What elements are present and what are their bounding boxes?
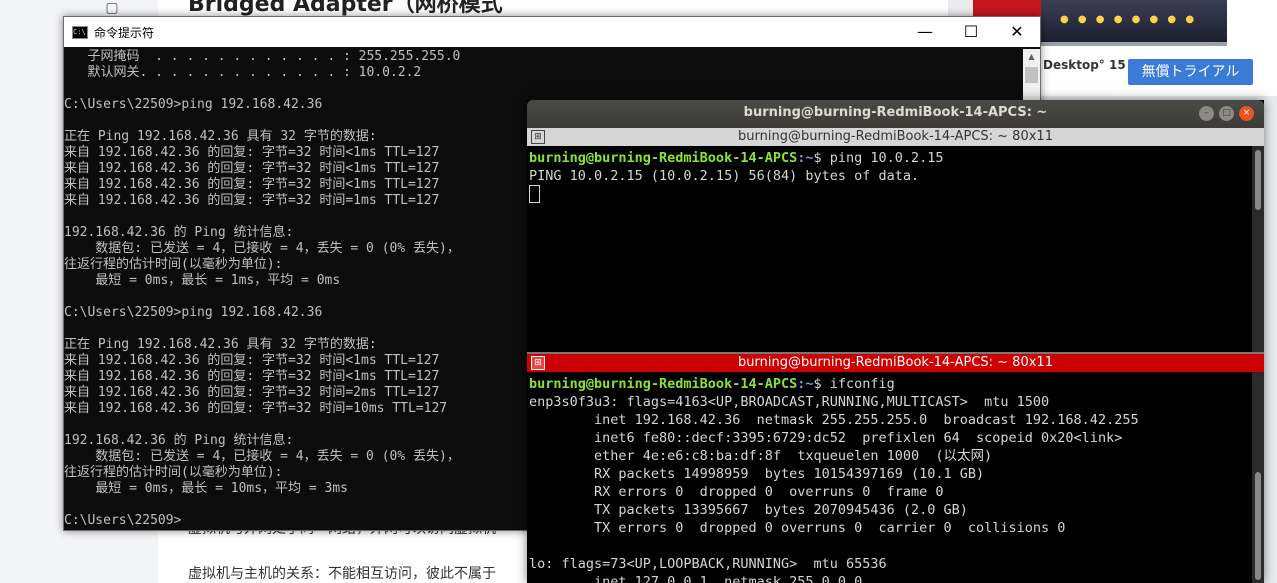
scroll-thumb[interactable]: [1255, 150, 1261, 210]
cmd-app-icon[interactable]: C:\: [72, 26, 88, 39]
minimize-button[interactable]: —: [902, 17, 948, 47]
terminal-title: burning@burning-RedmiBook-14-APCS: ~: [743, 105, 1048, 120]
command-output: enp3s0f3u3: flags=4163<UP,BROADCAST,RUNN…: [529, 394, 1139, 583]
ad-dock-icons: ● ● ● ● ● ● ● ●: [1060, 14, 1198, 25]
terminal-window: burning@burning-RedmiBook-14-APCS: ~ – □…: [527, 100, 1264, 583]
maximize-button[interactable]: ☐: [948, 17, 994, 47]
cmd-titlebar[interactable]: C:\ 命令提示符 — ☐ ✕: [64, 17, 1040, 47]
ad-product-text: Desktop° 15: [1043, 58, 1126, 72]
text-cursor: [529, 185, 540, 203]
terminal-titlebar[interactable]: burning@burning-RedmiBook-14-APCS: ~ – □…: [527, 100, 1264, 128]
scroll-thumb[interactable]: [1255, 472, 1261, 580]
pane-output: burning@burning-RedmiBook-14-APCS:~$ pin…: [529, 149, 944, 203]
pane-header[interactable]: ⊞ burning@burning-RedmiBook-14-APCS: ~ 8…: [527, 128, 1264, 146]
terminal-scrollbar[interactable]: [1252, 372, 1264, 583]
split-pane-icon[interactable]: ⊞: [531, 356, 545, 370]
command-text: ifconfig: [821, 376, 895, 392]
terminal-pane-top[interactable]: burning@burning-RedmiBook-14-APCS:~$ pin…: [527, 146, 1252, 352]
terminal-maximize-button[interactable]: □: [1219, 106, 1234, 121]
prompt-user: burning@burning-RedmiBook-14-APCS: [529, 376, 798, 392]
terminal-pane-bottom[interactable]: burning@burning-RedmiBook-14-APCS:~$ ifc…: [527, 372, 1252, 583]
terminal-scrollbar[interactable]: [1252, 146, 1264, 352]
cmd-title: 命令提示符: [94, 26, 155, 40]
pane-output: burning@burning-RedmiBook-14-APCS:~$ ifc…: [529, 375, 1139, 583]
scroll-thumb[interactable]: [1025, 67, 1038, 83]
prompt-path: :~$: [797, 376, 822, 392]
terminal-minimize-button[interactable]: –: [1199, 106, 1214, 121]
pane-title: burning@burning-RedmiBook-14-APCS: ~ 80x…: [738, 355, 1053, 370]
pane-header-active[interactable]: ⊞ burning@burning-RedmiBook-14-APCS: ~ 8…: [527, 354, 1264, 372]
command-output: PING 10.0.2.15 (10.0.2.15) 56(84) bytes …: [529, 168, 920, 184]
pane-title: burning@burning-RedmiBook-14-APCS: ~ 80x…: [738, 129, 1053, 144]
close-button[interactable]: ✕: [994, 17, 1040, 47]
terminal-close-button[interactable]: ×: [1239, 106, 1254, 121]
command-text: ping 10.0.2.15: [821, 150, 944, 166]
cmd-output: 子网掩码 . . . . . . . . . . . . : 255.255.2…: [64, 49, 461, 528]
prompt-user: burning@burning-RedmiBook-14-APCS: [529, 150, 798, 166]
prompt-path: :~$: [797, 150, 822, 166]
free-trial-button[interactable]: 無償トライアル: [1128, 59, 1253, 85]
split-pane-icon[interactable]: ⊞: [531, 130, 545, 144]
document-paragraph: 虚拟机与主机的关系：不能相互访问，彼此不属于: [188, 566, 496, 582]
scroll-up-icon[interactable]: ▲: [1023, 49, 1040, 65]
document-icon[interactable]: ▢: [102, 0, 122, 16]
